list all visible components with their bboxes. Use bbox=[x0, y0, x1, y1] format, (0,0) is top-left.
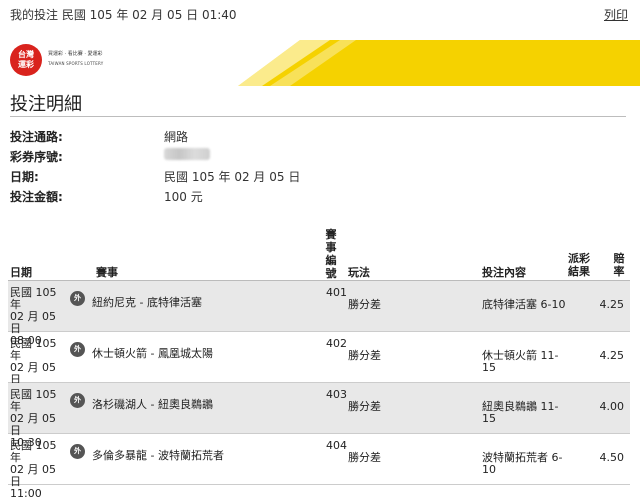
brand-english-name: TAIWAN SPORTS LOTTERY bbox=[48, 61, 104, 66]
header-payout: 派彩 結果 bbox=[568, 252, 590, 278]
brand-banner: 台灣 運彩 買運彩 · 看比賽 · 愛運彩 TAIWAN SPORTS LOTT… bbox=[0, 36, 640, 86]
row-date-year: 民國 105 年 bbox=[10, 337, 57, 362]
row-event: 紐約尼克 - 底特律活塞 bbox=[92, 296, 202, 309]
table-row: 民國 105 年 02 月 05 日 10:00 外 休士頓火箭 - 鳳凰城太陽… bbox=[8, 332, 630, 398]
table-row: 民國 105 年 02 月 05 日 10:30 外 洛杉磯湖人 - 紐奧良鵜鶘… bbox=[8, 383, 630, 449]
row-play: 勝分差 bbox=[348, 349, 381, 362]
table-body: 民國 105 年 02 月 05 日 08:00 外 紐約尼克 - 底特律活塞 … bbox=[8, 281, 630, 500]
bet-info: 投注通路: 網路 彩券序號: 日期: 民國 105 年 02 月 05 日 投注… bbox=[10, 126, 610, 206]
header-event-no: 賽事編號 bbox=[325, 228, 337, 280]
row-play: 勝分差 bbox=[348, 451, 381, 464]
header-event: 賽事 bbox=[96, 266, 118, 279]
row-play: 勝分差 bbox=[348, 298, 381, 311]
row-event: 多倫多暴龍 - 波特蘭拓荒者 bbox=[92, 449, 224, 462]
logo-line2: 運彩 bbox=[18, 60, 34, 69]
table-header: 日期 賽事 賽事編號 玩法 投注內容 派彩 結果 賠率 bbox=[8, 226, 630, 281]
date-value: 民國 105 年 02 月 05 日 bbox=[164, 170, 301, 184]
date-label: 日期: bbox=[10, 170, 39, 184]
page-title: 投注明細 bbox=[10, 94, 82, 115]
serial-value-redacted bbox=[164, 148, 210, 163]
info-row-serial: 彩券序號: bbox=[10, 146, 610, 166]
channel-value: 網路 bbox=[164, 130, 189, 144]
sport-badge-icon: 外 bbox=[70, 291, 85, 306]
row-pick: 波特蘭拓荒者 6-10 bbox=[482, 451, 563, 476]
logo-text: 買運彩 · 看比賽 · 愛運彩 TAIWAN SPORTS LOTTERY bbox=[48, 50, 103, 66]
row-event-no: 402 bbox=[326, 337, 347, 350]
row-play: 勝分差 bbox=[348, 400, 381, 413]
row-date-year: 民國 105 年 bbox=[10, 439, 57, 464]
header-date: 日期 bbox=[10, 266, 32, 279]
header-play: 玩法 bbox=[348, 266, 370, 279]
sport-badge-icon: 外 bbox=[70, 444, 85, 459]
table-row: 民國 105 年 02 月 05 日 11:00 外 多倫多暴龍 - 波特蘭拓荒… bbox=[8, 434, 630, 500]
row-odds: 4.50 bbox=[599, 451, 625, 464]
table-row: 民國 105 年 02 月 05 日 08:00 外 紐約尼克 - 底特律活塞 … bbox=[8, 281, 630, 347]
sports-lottery-logo: 台灣 運彩 bbox=[10, 44, 42, 76]
info-row-amount: 投注金額: 100 元 bbox=[10, 186, 610, 206]
row-odds: 4.25 bbox=[599, 349, 625, 362]
row-event: 休士頓火箭 - 鳳凰城太陽 bbox=[92, 347, 213, 360]
row-event-no: 401 bbox=[326, 286, 347, 299]
top-bar: 我的投注 民國 105 年 02 月 05 日 01:40 列印 bbox=[0, 0, 640, 28]
row-time: 11:00 bbox=[10, 487, 42, 500]
header-odds: 賠率 bbox=[613, 252, 625, 278]
row-event-no: 403 bbox=[326, 388, 347, 401]
row-date-year: 民國 105 年 bbox=[10, 388, 57, 413]
sport-badge-icon: 外 bbox=[70, 342, 85, 357]
logo-line1: 台灣 bbox=[18, 50, 34, 59]
info-row-date: 日期: 民國 105 年 02 月 05 日 bbox=[10, 166, 610, 186]
row-date: 民國 105 年 02 月 05 日 11:00 bbox=[10, 440, 68, 500]
row-date-year: 民國 105 年 bbox=[10, 286, 57, 311]
title-divider bbox=[10, 116, 626, 117]
row-odds: 4.00 bbox=[599, 400, 625, 413]
header-title: 我的投注 民國 105 年 02 月 05 日 01:40 bbox=[10, 8, 237, 22]
row-pick: 休士頓火箭 11-15 bbox=[482, 349, 559, 374]
serial-label: 彩券序號: bbox=[10, 150, 63, 164]
info-row-channel: 投注通路: 網路 bbox=[10, 126, 610, 146]
row-date-day: 02 月 05 日 bbox=[10, 463, 56, 488]
print-link[interactable]: 列印 bbox=[604, 6, 628, 23]
row-pick: 底特律活塞 6-10 bbox=[482, 298, 566, 311]
amount-label: 投注金額: bbox=[10, 190, 63, 204]
brand-tagline: 買運彩 · 看比賽 · 愛運彩 bbox=[48, 51, 103, 57]
amount-value: 100 元 bbox=[164, 190, 203, 204]
row-pick: 紐奧良鵜鶘 11-15 bbox=[482, 400, 559, 425]
row-event: 洛杉磯湖人 - 紐奧良鵜鶘 bbox=[92, 398, 213, 411]
row-odds: 4.25 bbox=[599, 298, 625, 311]
sport-badge-icon: 外 bbox=[70, 393, 85, 408]
channel-label: 投注通路: bbox=[10, 130, 63, 144]
row-event-no: 404 bbox=[326, 439, 347, 452]
header-pick: 投注內容 bbox=[482, 266, 526, 279]
bet-details-table: 日期 賽事 賽事編號 玩法 投注內容 派彩 結果 賠率 民國 105 年 02 月… bbox=[8, 226, 630, 500]
